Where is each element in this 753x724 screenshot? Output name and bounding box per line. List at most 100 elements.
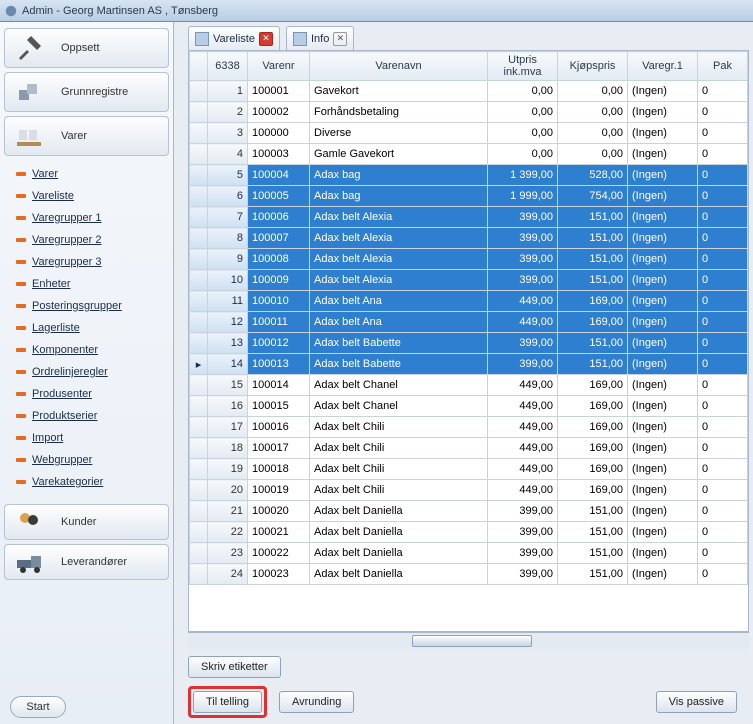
row-indicator [190, 123, 208, 144]
table-row[interactable]: 8100007Adax belt Alexia399,00151,00(Inge… [190, 228, 748, 249]
sidebar-item-label: Vareliste [32, 190, 74, 202]
cell-varenavn: Adax belt Alexia [310, 270, 488, 291]
row-number: 19 [208, 459, 248, 480]
skriv-etiketter-button[interactable]: Skriv etiketter [188, 656, 281, 678]
table-row[interactable]: 5100004Adax bag1 399,00528,00(Ingen)0 [190, 165, 748, 186]
cell-utpris: 449,00 [488, 459, 558, 480]
til-telling-button[interactable]: Til telling [193, 691, 262, 713]
truck-icon [13, 546, 45, 578]
col-varenavn[interactable]: Varenavn [310, 52, 488, 81]
cell-pak: 0 [698, 396, 748, 417]
highlight-box: Til telling [188, 686, 267, 718]
sidebar-item-label: Varegrupper 3 [32, 256, 102, 268]
cell-varenr: 100010 [248, 291, 310, 312]
cell-kjopspris: 151,00 [558, 522, 628, 543]
table-row[interactable]: 13100012Adax belt Babette399,00151,00(In… [190, 333, 748, 354]
sidebar-item-varer[interactable]: Varer [16, 164, 167, 184]
cell-varegr: (Ingen) [628, 207, 698, 228]
start-button[interactable]: Start [10, 696, 66, 718]
nav-varer[interactable]: Varer [4, 116, 169, 156]
sidebar-item-enheter[interactable]: Enheter [16, 274, 167, 294]
tab-info[interactable]: Info ✕ [286, 26, 354, 50]
col-varegr[interactable]: Varegr.1 [628, 52, 698, 81]
cell-pak: 0 [698, 375, 748, 396]
cell-varenavn: Adax belt Daniella [310, 564, 488, 585]
table-row[interactable]: 18100017Adax belt Chili449,00169,00(Inge… [190, 438, 748, 459]
cell-varegr: (Ingen) [628, 186, 698, 207]
avrunding-button[interactable]: Avrunding [279, 691, 354, 713]
col-utpris[interactable]: Utpris ink.mva [488, 52, 558, 81]
table-row[interactable]: ▸14100013Adax belt Babette399,00151,00(I… [190, 354, 748, 375]
cell-varenavn: Adax belt Chili [310, 417, 488, 438]
people-icon [13, 506, 45, 538]
cell-varegr: (Ingen) [628, 312, 698, 333]
cell-pak: 0 [698, 354, 748, 375]
boxes-icon [13, 76, 45, 108]
sidebar-item-import[interactable]: Import [16, 428, 167, 448]
sidebar-item-vareliste[interactable]: Vareliste [16, 186, 167, 206]
row-number: 15 [208, 375, 248, 396]
col-varenr[interactable]: Varenr [248, 52, 310, 81]
table-row[interactable]: 6100005Adax bag1 999,00754,00(Ingen)0 [190, 186, 748, 207]
sidebar-item-webgrupper[interactable]: Webgrupper [16, 450, 167, 470]
table-row[interactable]: 7100006Adax belt Alexia399,00151,00(Inge… [190, 207, 748, 228]
table-row[interactable]: 15100014Adax belt Chanel449,00169,00(Ing… [190, 375, 748, 396]
cell-varenr: 100000 [248, 123, 310, 144]
tab-vareliste[interactable]: Vareliste ✕ [188, 26, 280, 50]
table-row[interactable]: 1100001Gavekort0,000,00(Ingen)0 [190, 81, 748, 102]
row-number: 23 [208, 543, 248, 564]
table-row[interactable]: 12100011Adax belt Ana449,00169,00(Ingen)… [190, 312, 748, 333]
nav-oppsett[interactable]: Oppsett [4, 28, 169, 68]
cell-varenavn: Adax bag [310, 186, 488, 207]
table-row[interactable]: 17100016Adax belt Chili449,00169,00(Inge… [190, 417, 748, 438]
horizontal-scrollbar[interactable] [188, 632, 749, 650]
col-selector[interactable] [190, 52, 208, 81]
row-indicator [190, 480, 208, 501]
table-row[interactable]: 22100021Adax belt Daniella399,00151,00(I… [190, 522, 748, 543]
cell-varenavn: Adax belt Alexia [310, 249, 488, 270]
sidebar-item-lagerliste[interactable]: Lagerliste [16, 318, 167, 338]
cell-varegr: (Ingen) [628, 249, 698, 270]
sidebar-item-komponenter[interactable]: Komponenter [16, 340, 167, 360]
table-row[interactable]: 9100008Adax belt Alexia399,00151,00(Inge… [190, 249, 748, 270]
cell-varenr: 100005 [248, 186, 310, 207]
row-number: 7 [208, 207, 248, 228]
table-row[interactable]: 10100009Adax belt Alexia399,00151,00(Ing… [190, 270, 748, 291]
nav-kunder[interactable]: Kunder [4, 504, 169, 540]
cell-utpris: 0,00 [488, 102, 558, 123]
table-row[interactable]: 20100019Adax belt Chili449,00169,00(Inge… [190, 480, 748, 501]
cell-varegr: (Ingen) [628, 543, 698, 564]
sidebar-item-varegrupper-1[interactable]: Varegrupper 1 [16, 208, 167, 228]
close-icon[interactable]: ✕ [259, 32, 273, 46]
col-count[interactable]: 6338 [208, 52, 248, 81]
sidebar-item-varekategorier[interactable]: Varekategorier [16, 472, 167, 492]
table-row[interactable]: 2100002Forhåndsbetaling0,000,00(Ingen)0 [190, 102, 748, 123]
sidebar-item-produsenter[interactable]: Produsenter [16, 384, 167, 404]
titlebar: Admin - Georg Martinsen AS , Tønsberg [0, 0, 753, 22]
table-row[interactable]: 21100020Adax belt Daniella399,00151,00(I… [190, 501, 748, 522]
table-row[interactable]: 23100022Adax belt Daniella399,00151,00(I… [190, 543, 748, 564]
close-icon[interactable]: ✕ [333, 32, 347, 46]
cell-utpris: 449,00 [488, 438, 558, 459]
cell-varegr: (Ingen) [628, 564, 698, 585]
col-kjopspris[interactable]: Kjøpspris [558, 52, 628, 81]
table-row[interactable]: 3100000Diverse0,000,00(Ingen)0 [190, 123, 748, 144]
table-row[interactable]: 24100023Adax belt Daniella399,00151,00(I… [190, 564, 748, 585]
col-pak[interactable]: Pak [698, 52, 748, 81]
sidebar-item-varegrupper-2[interactable]: Varegrupper 2 [16, 230, 167, 250]
sidebar-item-varegrupper-3[interactable]: Varegrupper 3 [16, 252, 167, 272]
table-row[interactable]: 11100010Adax belt Ana449,00169,00(Ingen)… [190, 291, 748, 312]
table-row[interactable]: 19100018Adax belt Chili449,00169,00(Inge… [190, 459, 748, 480]
sidebar-item-ordrelinjeregler[interactable]: Ordrelinjeregler [16, 362, 167, 382]
sidebar-item-posteringsgrupper[interactable]: Posteringsgrupper [16, 296, 167, 316]
sidebar-item-produktserier[interactable]: Produktserier [16, 406, 167, 426]
cell-kjopspris: 169,00 [558, 396, 628, 417]
nav-leverandorer[interactable]: Leverandører [4, 544, 169, 580]
table-row[interactable]: 16100015Adax belt Chanel449,00169,00(Ing… [190, 396, 748, 417]
data-grid[interactable]: 6338 Varenr Varenavn Utpris ink.mva Kjøp… [188, 50, 749, 632]
cell-utpris: 1 999,00 [488, 186, 558, 207]
row-indicator [190, 564, 208, 585]
nav-grunnregistre[interactable]: Grunnregistre [4, 72, 169, 112]
table-row[interactable]: 4100003Gamle Gavekort0,000,00(Ingen)0 [190, 144, 748, 165]
vis-passive-button[interactable]: Vis passive [656, 691, 737, 713]
